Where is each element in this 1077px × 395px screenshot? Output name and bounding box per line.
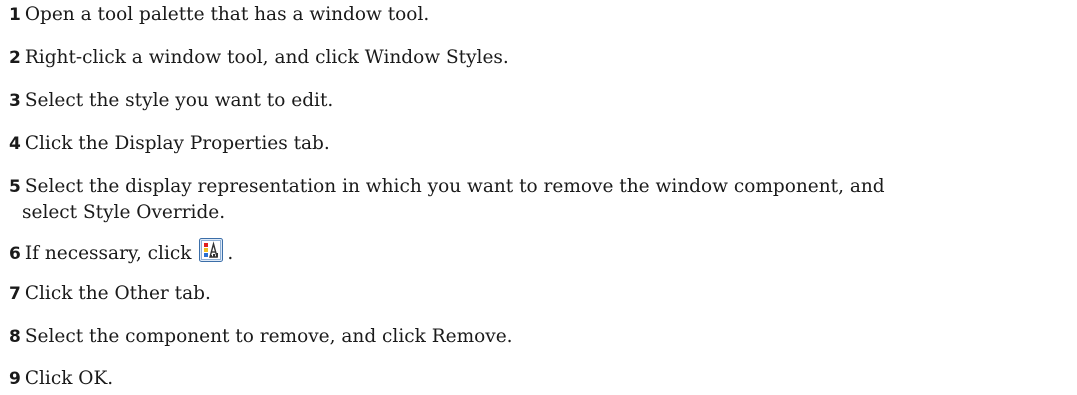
step-number: 7 (9, 284, 21, 304)
step-number: 2 (9, 48, 21, 68)
step-text: If necessary, click (24, 243, 192, 264)
step-1: 1 Open a tool palette that has a window t… (9, 2, 429, 28)
step-number: 5 (9, 177, 21, 197)
step-number: 3 (9, 91, 21, 111)
step-text: Select the component to remove, and clic… (24, 326, 513, 347)
step-6: 6 If necessary, click . (9, 238, 233, 267)
step-text: Select the display representation in whi… (24, 176, 885, 197)
step-8: 8 Select the component to remove, and cli… (9, 324, 513, 350)
step-7: 7 Click the Other tab. (9, 281, 211, 307)
step-text: Click the Display Properties tab. (24, 133, 330, 154)
step-number: 8 (9, 327, 21, 347)
step-2: 2 Right-click a window tool, and click Wi… (9, 45, 509, 71)
step-number: 6 (9, 244, 21, 264)
instruction-steps: 1 Open a tool palette that has a window t… (0, 0, 1077, 395)
step-text: Click the Other tab. (24, 283, 211, 304)
step-5: 5 Select the display representation in wh… (9, 174, 885, 225)
step-text: Right-click a window tool, and click Win… (24, 47, 509, 68)
step-number: 1 (9, 5, 21, 25)
step-number: 4 (9, 134, 21, 154)
step-suffix: . (227, 243, 234, 264)
step-text-continued: select Style Override. (22, 202, 226, 223)
step-text: Open a tool palette that has a window to… (24, 4, 430, 25)
step-number: 9 (9, 369, 21, 389)
step-4: 4 Click the Display Properties tab. (9, 131, 330, 157)
display-properties-icon (199, 238, 224, 262)
step-text: Click OK. (24, 368, 114, 389)
step-text: Select the style you want to edit. (24, 90, 334, 111)
step-9: 9 Click OK. (9, 366, 113, 392)
step-3: 3 Select the style you want to edit. (9, 88, 333, 114)
